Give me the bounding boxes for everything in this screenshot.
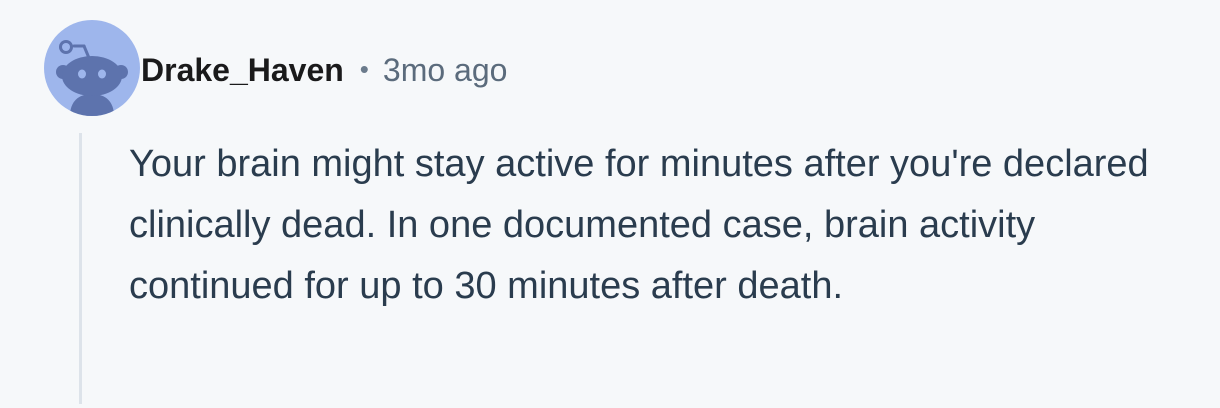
reddit-snoo-avatar-icon [56, 40, 128, 116]
comment-timestamp[interactable]: 3mo ago [383, 52, 508, 89]
username-link[interactable]: Drake_Haven [141, 52, 344, 89]
thread-collapse-line[interactable] [79, 133, 82, 404]
comment-body: Your brain might stay active for minutes… [129, 143, 1149, 307]
comment-header: Drake_Haven • 3mo ago [141, 48, 507, 92]
user-avatar[interactable] [44, 20, 140, 116]
meta-separator: • [359, 53, 369, 84]
comment: Drake_Haven • 3mo ago Your brain might s… [0, 0, 1220, 408]
